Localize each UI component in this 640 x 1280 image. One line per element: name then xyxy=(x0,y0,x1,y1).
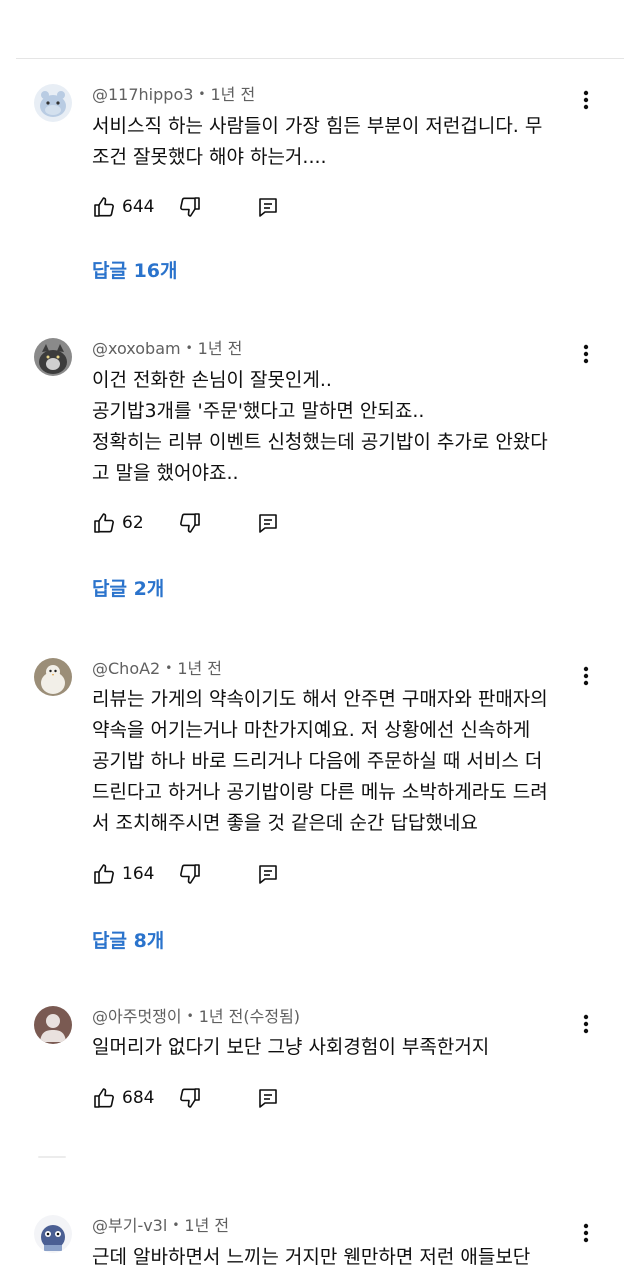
comment-time: 1년 전 xyxy=(210,85,256,104)
reply-icon[interactable] xyxy=(256,195,280,219)
reply-icon[interactable] xyxy=(256,511,280,535)
comment-time: 1년 전 xyxy=(177,659,223,678)
top-divider xyxy=(16,58,624,59)
comment-text: 리뷰는 가게의 약속이기도 해서 안주면 구매자와 판매자의 약속을 어기는거나… xyxy=(92,688,548,834)
avatar[interactable] xyxy=(34,338,72,376)
more-vert-icon xyxy=(583,90,589,110)
comment-time: 1년 전(수정됨) xyxy=(198,1007,301,1026)
thumb-down-icon[interactable] xyxy=(178,1086,202,1110)
more-vert-icon xyxy=(583,344,589,364)
comment-meta: @부기-v3l • 1년 전 xyxy=(92,1216,230,1235)
thumb-up-icon[interactable] xyxy=(92,195,116,219)
comment-meta: @xoxobam • 1년 전 xyxy=(92,339,243,358)
reply-icon[interactable] xyxy=(256,862,280,886)
comment-meta: @ChoA2 • 1년 전 xyxy=(92,659,223,678)
more-vert-icon xyxy=(583,666,589,686)
more-vert-icon xyxy=(583,1223,589,1243)
view-replies-link[interactable]: 답글 8개 xyxy=(92,928,164,954)
comment-actions: 644 xyxy=(92,195,392,223)
more-options-button[interactable] xyxy=(574,86,598,114)
avatar[interactable] xyxy=(34,658,72,696)
more-options-button[interactable] xyxy=(574,340,598,368)
comment-meta: @아주멋쟁이 • 1년 전(수정됨) xyxy=(92,1007,301,1026)
view-replies-link[interactable]: 답글 2개 xyxy=(92,576,164,602)
divider xyxy=(38,1156,66,1158)
thumb-down-icon[interactable] xyxy=(178,862,202,886)
comment-actions: 684 xyxy=(92,1086,392,1114)
thumb-down-icon[interactable] xyxy=(178,511,202,535)
comment-actions: 62 xyxy=(92,511,392,539)
comment-text: 서비스직 하는 사람들이 가장 힘든 부분이 저런겁니다. 무 조건 잘못했다 … xyxy=(92,115,543,168)
more-vert-icon xyxy=(583,1014,589,1034)
comment-actions: 164 xyxy=(92,862,392,890)
comment-author[interactable]: @ChoA2 xyxy=(92,659,160,678)
comment-author[interactable]: @부기-v3l xyxy=(92,1216,167,1235)
like-count: 644 xyxy=(122,197,155,217)
avatar[interactable] xyxy=(34,84,72,122)
view-replies-link[interactable]: 답글 16개 xyxy=(92,258,178,284)
avatar[interactable] xyxy=(34,1006,72,1044)
comment-meta: @117hippo3 • 1년 전 xyxy=(92,85,256,104)
avatar[interactable] xyxy=(34,1215,72,1253)
reply-icon[interactable] xyxy=(256,1086,280,1110)
thumb-up-icon[interactable] xyxy=(92,511,116,535)
comment-time: 1년 전 xyxy=(197,339,243,358)
comment-author[interactable]: @아주멋쟁이 xyxy=(92,1007,182,1026)
thumb-up-icon[interactable] xyxy=(92,862,116,886)
comment-author[interactable]: @xoxobam xyxy=(92,339,181,358)
comment-author[interactable]: @117hippo3 xyxy=(92,85,193,104)
comment-text: 근데 알바하면서 느끼는 거지만 웬만하면 저런 애들보단 xyxy=(92,1246,531,1268)
like-count: 164 xyxy=(122,864,155,884)
like-count: 62 xyxy=(122,513,144,533)
like-count: 684 xyxy=(122,1088,155,1108)
comment-text: 이건 전화한 손님이 잘못인게.. 공기밥3개를 '주문'했다고 말하면 안되죠… xyxy=(92,369,548,484)
comment-time: 1년 전 xyxy=(184,1216,230,1235)
person-icon xyxy=(34,1006,72,1044)
comment-text: 일머리가 없다기 보단 그냥 사회경험이 부족한거지 xyxy=(92,1036,490,1058)
thumb-up-icon[interactable] xyxy=(92,1086,116,1110)
thumb-down-icon[interactable] xyxy=(178,195,202,219)
